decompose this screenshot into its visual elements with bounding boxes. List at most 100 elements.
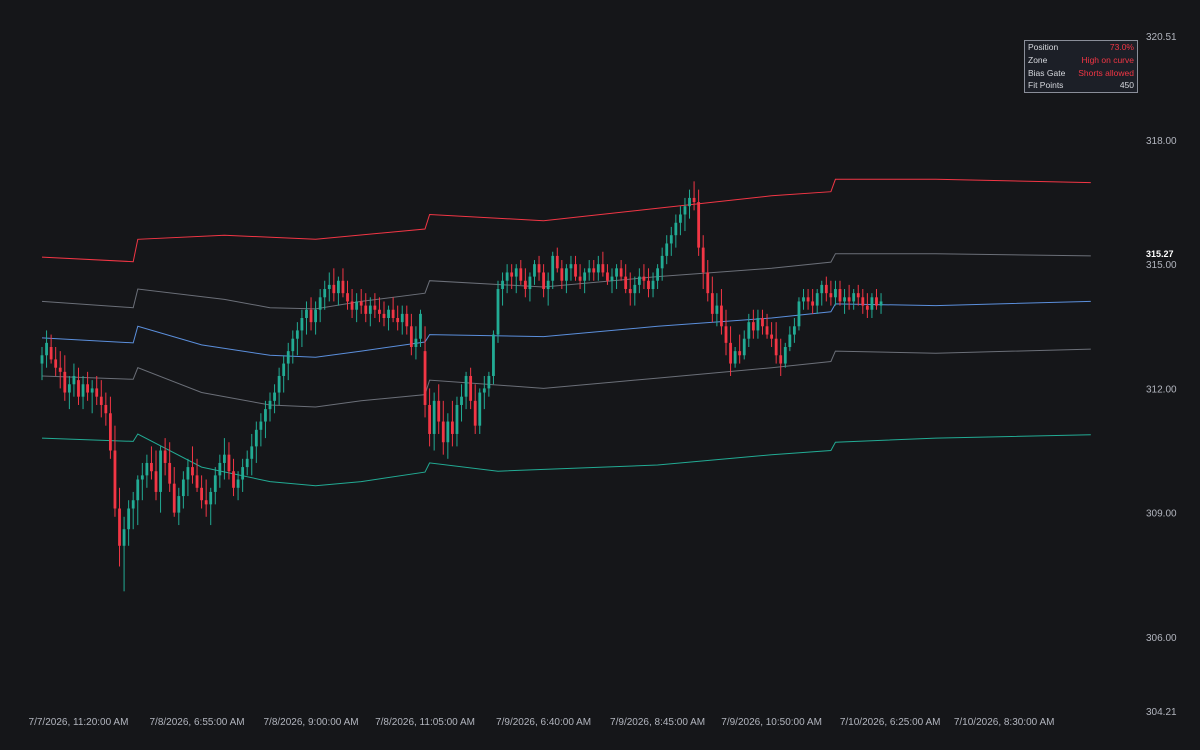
- regression-bands: [41, 178, 1091, 487]
- candle-body: [551, 255, 555, 281]
- candle-body: [542, 272, 545, 290]
- candle-body: [163, 450, 167, 463]
- candle-body: [236, 479, 240, 488]
- candle-body: [154, 471, 158, 492]
- candle-body: [720, 305, 723, 327]
- candle-body: [209, 491, 213, 505]
- candle-body: [441, 421, 445, 443]
- candle-body: [688, 197, 691, 207]
- candle-body: [136, 479, 140, 501]
- candle-body: [113, 450, 117, 509]
- candle-body: [327, 284, 331, 290]
- candle-body: [628, 289, 632, 294]
- info-value: 450: [1119, 80, 1134, 91]
- candle-body: [747, 322, 751, 339]
- candle-body: [715, 305, 719, 314]
- candle-body: [131, 500, 135, 509]
- candle-body: [86, 384, 89, 393]
- candle-body: [140, 475, 144, 480]
- candle-body: [601, 264, 605, 273]
- candle-body: [770, 334, 773, 339]
- candle-body: [478, 392, 482, 426]
- info-row-zone: Zone High on curve: [1025, 54, 1137, 67]
- candle-body: [656, 268, 659, 281]
- candle-body: [323, 289, 327, 298]
- band-line: [41, 300, 1091, 358]
- candle-body: [665, 243, 669, 256]
- candle-body: [574, 264, 577, 277]
- candle-body: [172, 483, 176, 513]
- candle-body: [382, 313, 386, 319]
- candle-body: [738, 351, 742, 356]
- candle-body: [651, 280, 655, 290]
- candle-body: [633, 284, 637, 294]
- candle-body: [250, 446, 254, 459]
- candle-body: [277, 375, 281, 393]
- candle-body: [701, 247, 705, 273]
- y-tick-label: 304.21: [1146, 707, 1177, 718]
- x-axis: 7/7/2026, 11:20:00 AM 7/8/2026, 6:55:00 A…: [29, 717, 1055, 728]
- y-tick-label: 312.00: [1146, 384, 1177, 395]
- candle-body: [606, 272, 609, 281]
- candle-body: [460, 396, 463, 405]
- candle-body: [109, 413, 112, 451]
- candle-body: [610, 276, 614, 281]
- candle-body: [619, 268, 623, 277]
- x-tick-label: 7/9/2026, 10:50:00 AM: [721, 717, 822, 728]
- candle-body: [815, 293, 819, 306]
- candle-body: [879, 301, 883, 306]
- candle-body: [455, 404, 459, 434]
- candle-body: [451, 421, 454, 434]
- info-label: Fit Points: [1028, 80, 1064, 91]
- candle-body: [54, 359, 58, 368]
- x-tick-label: 7/7/2026, 11:20:00 AM: [29, 717, 129, 728]
- info-label: Zone: [1028, 55, 1048, 66]
- candle-body: [865, 305, 869, 310]
- candle-body: [469, 375, 473, 401]
- candle-body: [81, 384, 85, 397]
- candle-body: [523, 280, 527, 290]
- candle-body: [45, 342, 48, 356]
- candle-body: [200, 487, 203, 501]
- candle-body: [870, 297, 874, 310]
- candle-body: [724, 326, 728, 343]
- candle-body: [259, 421, 263, 430]
- candle-body: [291, 338, 295, 352]
- candle-body: [742, 338, 746, 356]
- candle-body: [127, 508, 131, 530]
- candle-body: [145, 462, 149, 476]
- last-price-label: 315.27: [1146, 249, 1174, 259]
- candle-body: [204, 500, 208, 505]
- candle-body: [565, 268, 568, 281]
- candle-body: [811, 301, 815, 306]
- price-chart[interactable]: 320.51 318.00 315.00 312.00 309.00 306.00 304.…: [0, 0, 1200, 750]
- candle-body: [391, 309, 395, 319]
- x-tick-label: 7/8/2026, 11:05:00 AM: [375, 717, 475, 728]
- candle-body: [77, 380, 80, 397]
- candle-body: [806, 297, 810, 302]
- candle-body: [761, 318, 764, 327]
- candle-body: [847, 297, 851, 302]
- info-label: Position: [1028, 42, 1059, 53]
- candle-body: [118, 508, 121, 546]
- candle-body: [264, 409, 267, 422]
- candle-body: [528, 276, 532, 290]
- info-label: Bias Gate: [1028, 67, 1066, 78]
- candle-body: [254, 429, 258, 447]
- candle-body: [286, 351, 290, 364]
- candle-body: [829, 293, 833, 298]
- candle-body: [195, 475, 199, 488]
- info-row-position: Position 73.0%: [1025, 41, 1137, 54]
- band-line: [41, 178, 1091, 263]
- candle-body: [537, 264, 541, 273]
- candle-body: [432, 400, 436, 434]
- candle-body: [788, 334, 792, 347]
- info-panel: Position 73.0% Zone High on curve Bias G…: [1024, 40, 1138, 93]
- y-tick-label: 320.51: [1146, 32, 1177, 43]
- candle-body: [446, 421, 450, 443]
- candle-body: [560, 268, 564, 281]
- candle-body: [309, 309, 313, 323]
- candle-body: [615, 268, 618, 277]
- info-row-fit-points: Fit Points 450: [1025, 79, 1137, 92]
- x-tick-label: 7/10/2026, 6:25:00 AM: [840, 717, 941, 728]
